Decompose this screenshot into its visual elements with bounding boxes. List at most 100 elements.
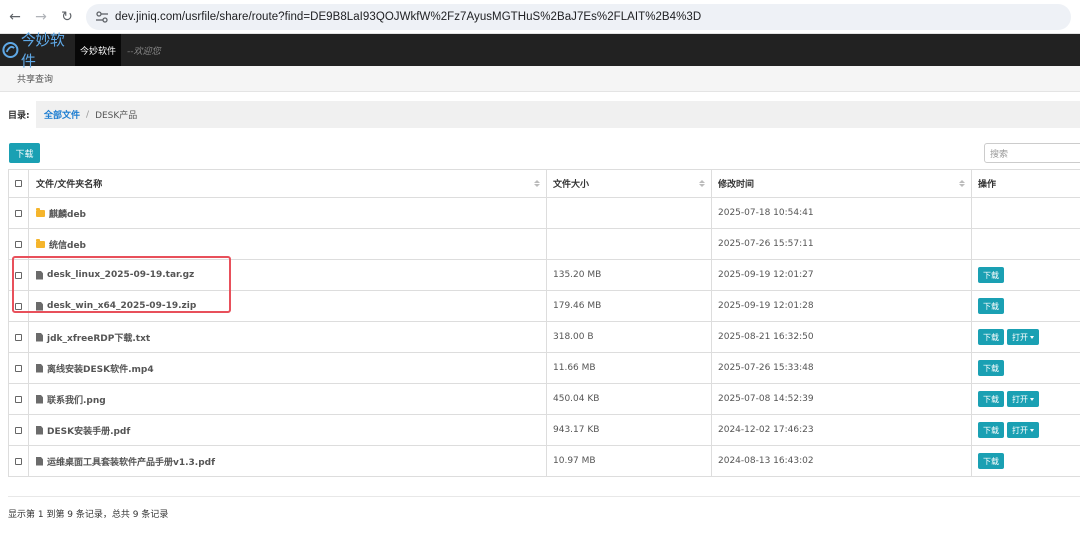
open-label: 打开: [1012, 394, 1028, 404]
table-row[interactable]: jdk_xfreeRDP下载.txt 318.00 B 2025-08-21 1…: [8, 322, 1080, 353]
row-name-cell[interactable]: 运维桌面工具套装软件产品手册v1.3.pdf: [29, 446, 547, 476]
caret-down-icon: [1030, 335, 1034, 339]
table-row[interactable]: 运维桌面工具套装软件产品手册v1.3.pdf 10.97 MB 2024-08-…: [8, 446, 1080, 477]
sort-icon[interactable]: [959, 179, 965, 189]
file-icon: [36, 394, 43, 404]
row-time-cell: 2025-07-08 14:52:39: [712, 384, 972, 414]
row-checkbox[interactable]: [15, 426, 22, 434]
file-icon: [36, 332, 43, 342]
modified-time: 2024-08-13 16:43:02: [718, 456, 814, 466]
row-checkbox[interactable]: [15, 209, 22, 217]
file-icon: [36, 425, 43, 435]
row-name-cell[interactable]: 麒麟deb: [29, 198, 547, 228]
row-checkbox[interactable]: [15, 364, 22, 372]
row-size-cell: 135.20 MB: [547, 260, 712, 290]
file-name[interactable]: desk_linux_2025-09-19.tar.gz: [47, 270, 194, 280]
row-name-cell[interactable]: DESK安装手册.pdf: [29, 415, 547, 445]
row-checkbox[interactable]: [15, 302, 22, 310]
file-name[interactable]: DESK安装手册.pdf: [47, 424, 130, 437]
header-name[interactable]: 文件/文件夹名称: [29, 170, 547, 197]
row-name-cell[interactable]: desk_win_x64_2025-09-19.zip: [29, 291, 547, 321]
row-size-cell: 943.17 KB: [547, 415, 712, 445]
site-info-icon[interactable]: [94, 9, 110, 25]
open-label: 打开: [1012, 332, 1028, 342]
row-checkbox[interactable]: [15, 240, 22, 248]
logo-text: 今妙软件: [20, 31, 65, 70]
file-name[interactable]: 离线安装DESK软件.mp4: [47, 362, 154, 375]
row-ops-cell: 下载: [972, 291, 1080, 321]
table-row[interactable]: 统信deb 2025-07-26 15:57:11: [8, 229, 1080, 260]
search-input[interactable]: 搜索: [984, 143, 1080, 163]
file-size: 179.46 MB: [553, 301, 602, 311]
row-name-cell[interactable]: desk_linux_2025-09-19.tar.gz: [29, 260, 547, 290]
address-bar[interactable]: dev.jiniq.com/usrfile/share/route?find=D…: [86, 3, 1071, 30]
table-header-row: 文件/文件夹名称 文件大小 修改时间 操作: [8, 170, 1080, 198]
table-row[interactable]: desk_linux_2025-09-19.tar.gz 135.20 MB 2…: [8, 260, 1080, 291]
row-time-cell: 2024-12-02 17:46:23: [712, 415, 972, 445]
file-name[interactable]: 运维桌面工具套装软件产品手册v1.3.pdf: [47, 455, 215, 468]
logo[interactable]: 今妙软件: [0, 29, 75, 71]
row-checkbox[interactable]: [15, 333, 22, 341]
table-row[interactable]: 离线安装DESK软件.mp4 11.66 MB 2025-07-26 15:33…: [8, 353, 1080, 384]
select-all-checkbox[interactable]: [15, 180, 22, 187]
row-download-button[interactable]: 下载: [978, 391, 1004, 407]
header-time[interactable]: 修改时间: [712, 170, 972, 197]
row-open-dropdown[interactable]: 打开: [1007, 391, 1039, 407]
row-checkbox[interactable]: [15, 395, 22, 403]
nav-item-home[interactable]: 今妙软件: [75, 34, 122, 66]
file-name[interactable]: jdk_xfreeRDP下载.txt: [47, 331, 150, 344]
row-time-cell: 2025-07-26 15:33:48: [712, 353, 972, 383]
header-ops-label: 操作: [978, 180, 997, 190]
welcome-text: --欢迎您: [127, 46, 161, 57]
row-checkbox[interactable]: [15, 457, 22, 465]
reload-icon[interactable]: ↻: [56, 6, 78, 28]
file-name[interactable]: 麒麟deb: [49, 207, 86, 220]
crumb-current: DESK产品: [95, 111, 138, 121]
row-open-dropdown[interactable]: 打开: [1007, 329, 1039, 345]
file-name[interactable]: 联系我们.png: [47, 393, 106, 406]
row-time-cell: 2025-09-19 12:01:28: [712, 291, 972, 321]
sort-icon[interactable]: [534, 179, 540, 189]
row-download-button[interactable]: 下载: [978, 360, 1004, 376]
row-download-button[interactable]: 下载: [978, 422, 1004, 438]
modified-time: 2025-07-08 14:52:39: [718, 394, 814, 404]
row-open-dropdown[interactable]: 打开: [1007, 422, 1039, 438]
row-name-cell[interactable]: 统信deb: [29, 229, 547, 259]
row-name-cell[interactable]: jdk_xfreeRDP下载.txt: [29, 322, 547, 352]
crumb-separator: /: [86, 109, 90, 120]
row-size-cell: [547, 229, 712, 259]
table-row[interactable]: 麒麟deb 2025-07-18 10:54:41: [8, 198, 1080, 229]
row-name-cell[interactable]: 联系我们.png: [29, 384, 547, 414]
row-download-button[interactable]: 下载: [978, 453, 1004, 469]
file-name[interactable]: 统信deb: [49, 238, 86, 251]
forward-icon[interactable]: →: [30, 6, 52, 28]
header-time-label: 修改时间: [718, 180, 755, 190]
table-row[interactable]: DESK安装手册.pdf 943.17 KB 2024-12-02 17:46:…: [8, 415, 1080, 446]
row-checkbox[interactable]: [15, 271, 22, 279]
download-button[interactable]: 下载: [9, 143, 40, 163]
crumb-root-link[interactable]: 全部文件: [44, 108, 80, 121]
sort-icon[interactable]: [699, 179, 705, 189]
file-name[interactable]: desk_win_x64_2025-09-19.zip: [47, 301, 196, 311]
file-icon: [36, 456, 43, 466]
row-download-button[interactable]: 下载: [978, 267, 1004, 283]
row-size-cell: 10.97 MB: [547, 446, 712, 476]
file-size: 943.17 KB: [553, 425, 600, 435]
select-all-cell: [8, 170, 29, 197]
table-row[interactable]: desk_win_x64_2025-09-19.zip 179.46 MB 20…: [8, 291, 1080, 322]
url-text[interactable]: dev.jiniq.com/usrfile/share/route?find=D…: [115, 11, 701, 23]
row-time-cell: 2024-08-13 16:43:02: [712, 446, 972, 476]
row-time-cell: 2025-07-18 10:54:41: [712, 198, 972, 228]
row-download-button[interactable]: 下载: [978, 298, 1004, 314]
row-checkbox-cell: [8, 322, 29, 352]
modified-time: 2025-08-21 16:32:50: [718, 332, 814, 342]
back-icon[interactable]: ←: [4, 6, 26, 28]
file-size: 10.97 MB: [553, 456, 596, 466]
row-name-cell[interactable]: 离线安装DESK软件.mp4: [29, 353, 547, 383]
row-download-button[interactable]: 下载: [978, 329, 1004, 345]
table-row[interactable]: 联系我们.png 450.04 KB 2025-07-08 14:52:39 下…: [8, 384, 1080, 415]
modified-time: 2025-07-26 15:57:11: [718, 239, 814, 249]
modified-time: 2024-12-02 17:46:23: [718, 425, 814, 435]
header-size[interactable]: 文件大小: [547, 170, 712, 197]
open-label: 打开: [1012, 425, 1028, 435]
